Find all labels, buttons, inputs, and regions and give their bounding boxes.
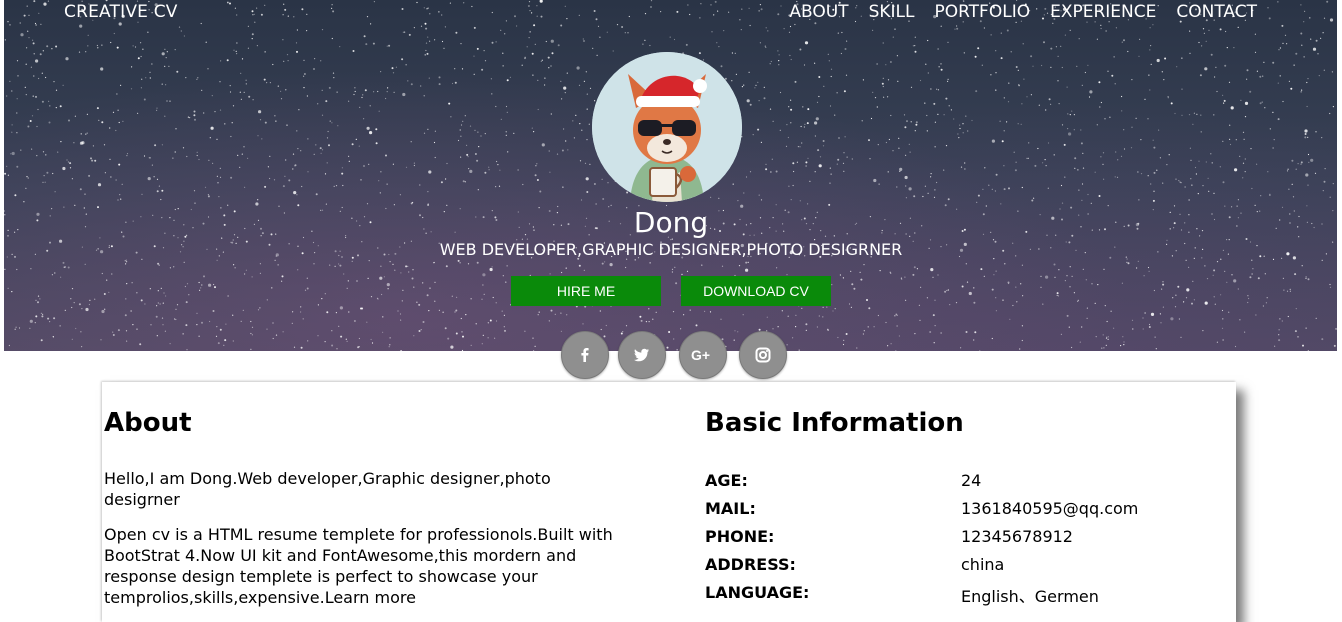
info-label: MAIL: (705, 499, 756, 518)
instagram-icon[interactable] (739, 331, 787, 379)
hire-me-button[interactable]: HIRE ME (511, 276, 661, 306)
nav-experience[interactable]: EXPERIENCE (1050, 2, 1156, 22)
about-description: Open cv is a HTML resume templete for pr… (104, 525, 613, 607)
info-label: ADDRESS: (705, 555, 796, 574)
download-cv-button[interactable]: DOWNLOAD CV (681, 276, 831, 306)
facebook-icon[interactable] (561, 331, 609, 379)
nav-about[interactable]: ABOUT (789, 2, 848, 22)
google-plus-icon[interactable]: G+ (679, 331, 727, 379)
about-intro: Hello,I am Dong.Web developer,Graphic de… (104, 469, 551, 509)
info-value: 12345678912 (961, 527, 1073, 546)
info-label: LANGUAGE: (705, 583, 810, 602)
nav-contact[interactable]: CONTACT (1176, 2, 1257, 22)
profile-name: Dong (633, 206, 709, 239)
info-label: PHONE: (705, 527, 775, 546)
info-value: 24 (961, 471, 982, 490)
fox-avatar-illustration (592, 52, 742, 202)
info-value: 1361840595@qq.com (961, 499, 1139, 518)
avatar (592, 52, 742, 202)
nav-portfolio[interactable]: PORTFOLIO (934, 2, 1030, 22)
basic-info-heading: Basic Information (705, 408, 964, 438)
nav-skill[interactable]: SKILL (869, 2, 915, 22)
brand-logo[interactable]: CREATIVE CV (64, 2, 178, 22)
profile-title: WEB DEVELOPER,GRAPHIC DESIGNER,PHOTO DES… (439, 240, 903, 259)
main-nav: ABOUT SKILL PORTFOLIO EXPERIENCE CONTACT (789, 2, 1257, 22)
about-heading: About (104, 408, 192, 438)
info-value: china (961, 555, 1005, 574)
info-label: AGE: (705, 471, 748, 490)
svg-text:G+: G+ (691, 347, 710, 363)
info-value: English、Germen (961, 587, 1099, 606)
about-card: About Hello,I am Dong.Web developer,Grap… (102, 382, 1236, 622)
twitter-icon[interactable] (618, 331, 666, 379)
